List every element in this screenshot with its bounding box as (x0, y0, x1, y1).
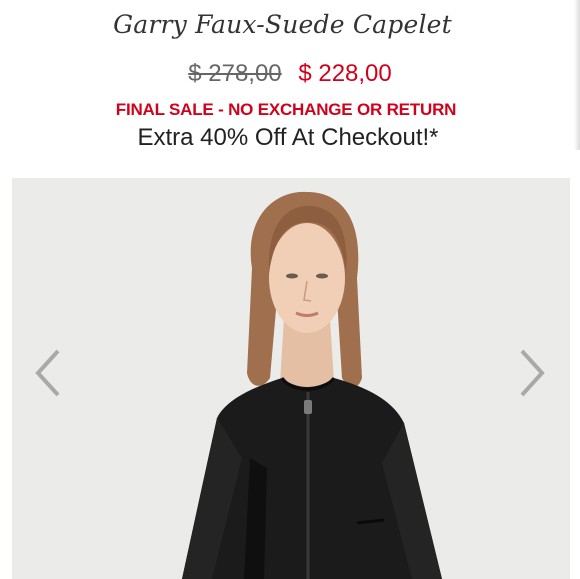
chevron-left-icon (35, 349, 60, 397)
promo-text: Extra 40% Off At Checkout!* (137, 124, 439, 151)
chevron-right-icon (520, 349, 545, 397)
product-title: Garry Faux-Suede Capelet (113, 10, 452, 39)
gallery-prev-button[interactable] (30, 345, 66, 401)
price-row: $ 278,00 $ 228,00 (0, 60, 580, 88)
sale-price: $ 228,00 (298, 60, 392, 87)
product-image[interactable] (12, 178, 570, 579)
model-photo (182, 191, 442, 579)
gallery-next-button[interactable] (514, 345, 550, 401)
original-price: $ 278,00 (188, 60, 282, 87)
final-sale-notice: FINAL SALE - NO EXCHANGE OR RETURN (115, 100, 457, 119)
